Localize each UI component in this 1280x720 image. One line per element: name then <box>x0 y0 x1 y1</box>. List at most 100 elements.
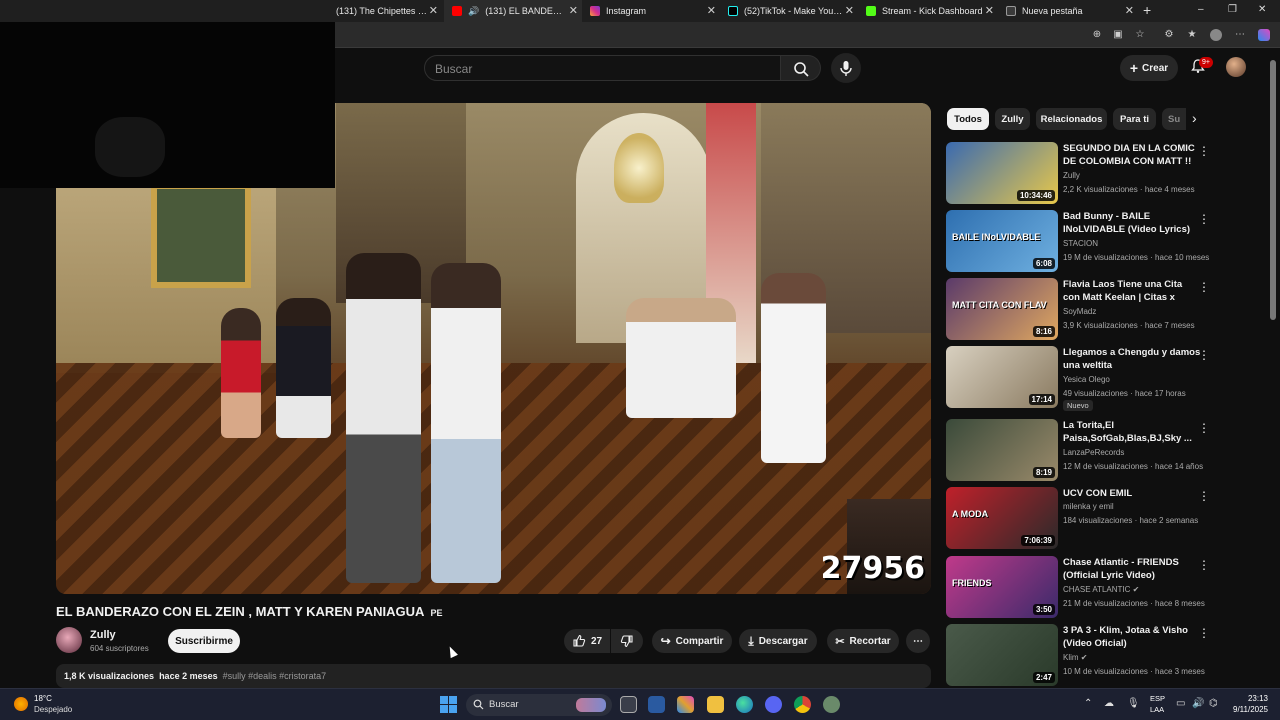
chip-para-ti[interactable]: Para ti <box>1113 108 1156 130</box>
chip-zully[interactable]: Zully <box>995 108 1030 130</box>
clip-button[interactable]: ✂ Recortar <box>827 629 899 653</box>
favorites-icon[interactable]: ★ <box>1186 29 1198 41</box>
more-vertical-icon[interactable]: ⋮ <box>1198 212 1210 226</box>
user-avatar[interactable] <box>1226 57 1246 77</box>
edge-browser-icon[interactable] <box>736 696 753 713</box>
recommendation-item[interactable]: 8:19 La Torita,El Paisa,SofGab,Blas,BJ,Sk… <box>946 419 1216 481</box>
input-language[interactable]: ESP <box>1150 694 1165 703</box>
file-explorer-icon[interactable] <box>707 696 724 713</box>
chrome-icon[interactable] <box>794 696 811 713</box>
more-vertical-icon[interactable]: ⋮ <box>1198 280 1210 294</box>
recommendation-item[interactable]: MATT CITA CON FLAV 8:16 Flavia Laos Tiene … <box>946 278 1216 340</box>
voice-search-button[interactable] <box>831 53 861 83</box>
browser-tab-6[interactable]: Nueva pestaña ✕ <box>1000 0 1138 22</box>
recommendation-thumbnail[interactable]: A MODA 7:06:39 <box>946 487 1058 549</box>
chip-relacionados[interactable]: Relacionados <box>1036 108 1107 130</box>
recommendation-title[interactable]: Bad Bunny - BAILE INoLVIDABLE (Video Lyr… <box>1063 210 1201 236</box>
recommendation-thumbnail[interactable]: 10:34:46 <box>946 142 1058 204</box>
split-screen-icon[interactable]: ▣ <box>1112 29 1124 41</box>
recommendation-channel[interactable]: milenka y emil <box>1063 502 1114 511</box>
clock-time[interactable]: 23:13 <box>1228 694 1268 703</box>
more-vertical-icon[interactable]: ⋮ <box>1198 626 1210 640</box>
recommendation-title[interactable]: UCV CON EMIL <box>1063 487 1201 500</box>
recommendation-channel[interactable]: SoyMadz <box>1063 307 1096 316</box>
minimize-button[interactable]: – <box>1198 4 1204 15</box>
browser-tab-3[interactable]: Instagram ✕ <box>584 0 720 22</box>
browser-tab-1[interactable]: (131) The Chipettes - Single ✕ <box>334 0 442 22</box>
recommendation-channel[interactable]: Yesica Olego <box>1063 375 1110 384</box>
recommendation-channel[interactable]: CHASE ATLANTIC ✔ <box>1063 585 1139 594</box>
app-icon[interactable] <box>823 696 840 713</box>
recommendation-thumbnail[interactable]: MATT CITA CON FLAV 8:16 <box>946 278 1058 340</box>
store-icon[interactable] <box>648 696 665 713</box>
recommendation-item[interactable]: BAILE INoLVIDABLE 6:08 Bad Bunny - BAILE I… <box>946 210 1216 272</box>
hashtags[interactable]: #sully #dealis #cristorata7 <box>223 671 327 681</box>
weather-sun-icon[interactable] <box>14 697 28 711</box>
recommendation-title[interactable]: SEGUNDO DIA EN LA COMIC DE COLOMBIA CON … <box>1063 142 1201 169</box>
search-input[interactable]: Buscar <box>424 55 781 81</box>
close-icon[interactable]: ✕ <box>569 4 578 17</box>
recommendation-thumbnail[interactable]: FRIENDS 3:50 <box>946 556 1058 618</box>
favorite-star-icon[interactable]: ☆ <box>1134 29 1146 41</box>
more-vertical-icon[interactable]: ⋮ <box>1198 489 1210 503</box>
maximize-button[interactable]: ❐ <box>1228 4 1237 15</box>
chip-partial[interactable]: Su <box>1162 108 1186 130</box>
recommendation-thumbnail[interactable]: 8:19 <box>946 419 1058 481</box>
new-tab-button[interactable]: + <box>1143 2 1151 18</box>
profile-icon[interactable] <box>1210 29 1222 41</box>
recommendation-title[interactable]: Chase Atlantic - FRIENDS (Official Lyric… <box>1063 556 1201 582</box>
recommendation-thumbnail[interactable]: BAILE INoLVIDABLE 6:08 <box>946 210 1058 272</box>
clock-date[interactable]: 9/11/2025 <box>1228 705 1268 714</box>
channel-avatar[interactable] <box>56 627 82 653</box>
task-view-icon[interactable] <box>620 696 637 713</box>
recommendation-title[interactable]: Flavia Laos Tiene una Cita con Matt Keel… <box>1063 278 1201 305</box>
more-icon[interactable]: ⋯ <box>1234 29 1246 41</box>
close-icon[interactable]: ✕ <box>985 4 994 17</box>
recommendation-title[interactable]: 3 PA 3 - Klim, Jotaa & Visho (Video Ofic… <box>1063 624 1201 650</box>
recommendation-thumbnail[interactable]: 2:47 <box>946 624 1058 686</box>
more-vertical-icon[interactable]: ⋮ <box>1198 421 1210 435</box>
tray-chevron-icon[interactable]: ⌃ <box>1084 698 1092 709</box>
close-icon[interactable]: ✕ <box>1125 4 1134 17</box>
taskbar-search-input[interactable]: Buscar <box>466 694 612 716</box>
more-actions-button[interactable]: ⋯ <box>906 629 930 653</box>
close-icon[interactable]: ✕ <box>429 4 438 17</box>
browser-tab-5[interactable]: Stream - Kick Dashboard ✕ <box>860 0 998 22</box>
browser-tab-4[interactable]: (52)TikTok - Make Your Day ✕ <box>722 0 858 22</box>
windows-start-icon[interactable] <box>440 696 457 713</box>
chip-todos[interactable]: Todos <box>947 108 989 130</box>
more-vertical-icon[interactable]: ⋮ <box>1198 348 1210 362</box>
recommendation-item[interactable]: 2:47 3 PA 3 - Klim, Jotaa & Visho (Video … <box>946 624 1216 686</box>
recommendation-item[interactable]: A MODA 7:06:39 UCV CON EMIL milenka y emil 1… <box>946 487 1216 549</box>
volume-icon[interactable]: 🔊 <box>1192 698 1204 709</box>
chevron-right-icon[interactable]: › <box>1192 110 1197 126</box>
close-window-button[interactable]: ✕ <box>1258 4 1266 15</box>
recommendation-title[interactable]: La Torita,El Paisa,SofGab,Blas,BJ,Sky ..… <box>1063 419 1201 445</box>
search-button[interactable] <box>781 55 821 81</box>
create-button[interactable]: + Crear <box>1120 55 1178 81</box>
onedrive-icon[interactable]: ☁ <box>1104 698 1114 709</box>
close-icon[interactable]: ✕ <box>845 4 854 17</box>
input-layout[interactable]: LAA <box>1150 705 1164 714</box>
recommendation-item[interactable]: FRIENDS 3:50 Chase Atlantic - FRIENDS (Off… <box>946 556 1216 618</box>
subscribe-button[interactable]: Suscribirme <box>168 629 240 653</box>
recommendation-channel[interactable]: LanzaPeRecords <box>1063 448 1124 457</box>
close-icon[interactable]: ✕ <box>707 4 716 17</box>
like-button[interactable]: 27 <box>564 629 610 653</box>
more-vertical-icon[interactable]: ⋮ <box>1198 558 1210 572</box>
discord-icon[interactable] <box>765 696 782 713</box>
recommendation-channel[interactable]: Klim ✔ <box>1063 653 1087 662</box>
copilot-icon[interactable] <box>1258 29 1270 41</box>
extension-icon[interactable]: ⊕ <box>1091 29 1103 41</box>
browser-tab-2[interactable]: 🔊 (131) EL BANDERAZO ✕ <box>444 0 582 22</box>
recommendation-item[interactable]: 17:14 Llegamos a Chengdu y damos una welt… <box>946 346 1216 411</box>
recommendation-channel[interactable]: STACION <box>1063 239 1098 248</box>
recommendation-title[interactable]: Llegamos a Chengdu y damos una weltita <box>1063 346 1201 372</box>
download-button[interactable]: ⤓ Descargar <box>739 629 817 653</box>
display-icon[interactable]: ▭ <box>1176 698 1185 709</box>
more-vertical-icon[interactable]: ⋮ <box>1198 144 1210 158</box>
picture-in-picture-overlay[interactable] <box>0 22 335 188</box>
recommendation-thumbnail[interactable]: 17:14 <box>946 346 1058 408</box>
extension-puzzle-icon[interactable]: ⚙ <box>1163 29 1175 41</box>
recommendation-channel[interactable]: Zully <box>1063 171 1080 180</box>
